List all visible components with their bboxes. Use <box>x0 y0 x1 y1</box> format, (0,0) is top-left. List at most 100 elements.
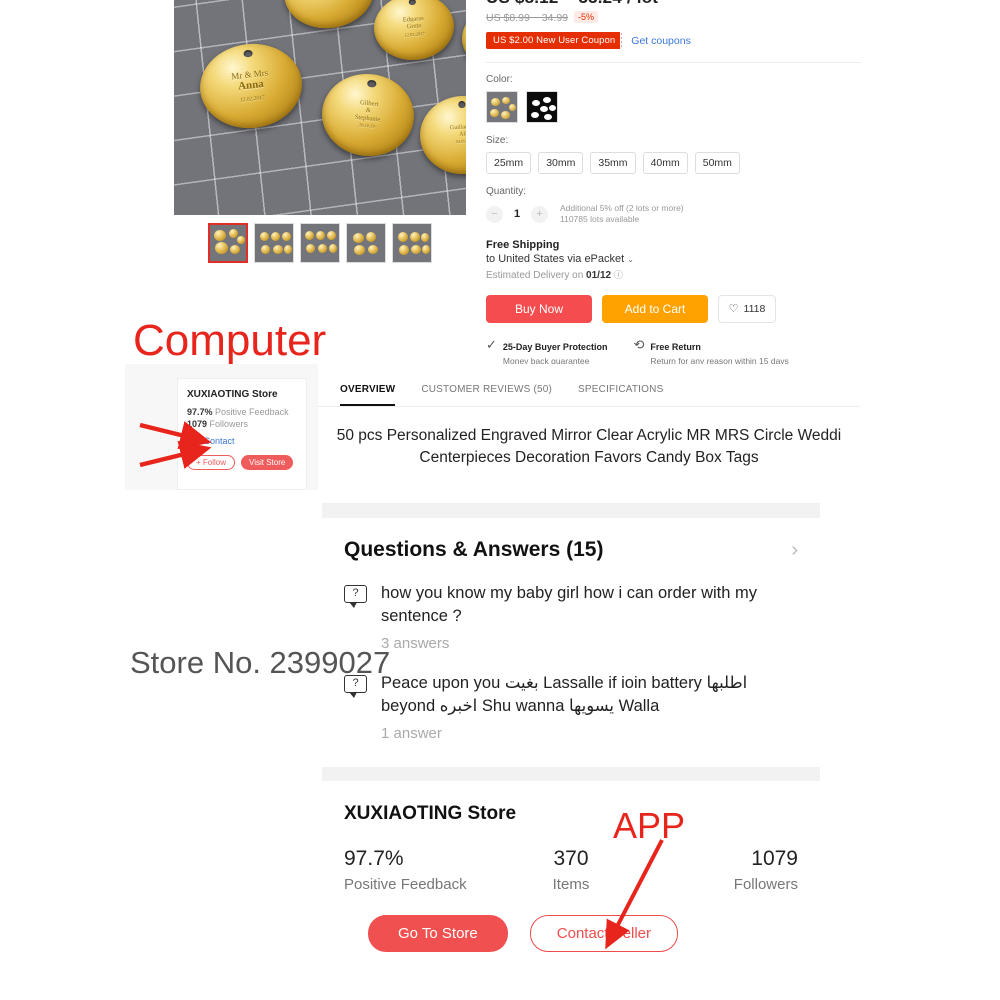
qa-header[interactable]: Questions & Answers (15) › <box>344 538 798 562</box>
tab-customer-reviews[interactable]: CUSTOMER REVIEWS (50) <box>421 384 552 406</box>
shipping-block: Free Shipping to United States via ePack… <box>486 239 861 281</box>
stat-followers: 1079 Followers <box>647 847 798 893</box>
mobile-tab-overview[interactable]: Overview <box>359 480 422 481</box>
thumbnail-2[interactable] <box>254 223 294 263</box>
stat-label: Items <box>552 875 590 893</box>
mobile-store-block: XUXIAOTING Store 97.7% Positive Feedback… <box>322 781 820 952</box>
color-options[interactable] <box>486 91 861 123</box>
mobile-tab-recommended[interactable]: Recommended Items <box>640 480 783 481</box>
free-return-title: Free Return <box>650 341 701 352</box>
chevron-right-icon[interactable]: › <box>791 539 798 562</box>
delivery-date: 01/12 <box>586 269 612 281</box>
quantity-note-line2: 110785 lots available <box>560 214 640 225</box>
desktop-store-tabs-section: XUXIAOTING Store 97.7% Positive Feedback… <box>125 364 860 490</box>
discount-badge: -5% <box>574 11 599 23</box>
cta-row: Buy Now Add to Cart ♡ 1118 <box>486 294 861 323</box>
free-return-item: ⟲ Free Return Return for any reason with… <box>633 337 788 366</box>
thumbnail-5[interactable] <box>392 223 432 263</box>
size-options[interactable]: 25mm 30mm 35mm 40mm 50mm <box>486 152 861 174</box>
stat-label: Followers <box>733 875 798 893</box>
question-bubble-icon: ? <box>344 585 367 608</box>
desktop-tabs-panel: OVERVIEW CUSTOMER REVIEWS (50) SPECIFICA… <box>318 364 860 490</box>
mobile-section: Overview Reviews Recommended Items Quest… <box>322 480 820 952</box>
mobile-tab-reviews[interactable]: Reviews <box>495 480 567 481</box>
wishlist-count: 1118 <box>743 302 766 315</box>
assurance-row: ✓ 25-Day Buyer Protection Money back gua… <box>486 337 861 366</box>
thumbnail-1[interactable] <box>208 223 248 263</box>
mobile-store-buttons: Go To Store Contact Seller <box>344 914 798 952</box>
new-user-coupon-tag[interactable]: US $2.00 New User Coupon <box>486 32 624 49</box>
chevron-down-icon[interactable]: ⌄ <box>627 255 634 264</box>
size-option-3[interactable]: 40mm <box>642 152 688 174</box>
stat-label: Positive Feedback <box>344 875 467 893</box>
qa-answer-count: 1 answer <box>381 724 442 742</box>
qa-section: Questions & Answers (15) › ? how you kno… <box>322 518 820 742</box>
quantity-decrease-button[interactable]: − <box>486 205 503 223</box>
store-name[interactable]: XUXIAOTING Store <box>187 389 297 400</box>
color-swatch-gold[interactable] <box>486 91 518 123</box>
color-swatch-clear[interactable] <box>526 91 558 123</box>
page-root: StephanAnna EdgarasGreta12.02.2017 M & S… <box>0 0 1000 1000</box>
contact-seller-button[interactable]: Contact Seller <box>529 914 678 952</box>
stat-items: 370 Items <box>495 847 646 893</box>
question-bubble-icon: ? <box>344 674 367 698</box>
mobile-store-stats: 97.7% Positive Feedback 370 Items 1079 F… <box>344 847 798 893</box>
shipping-title: Free Shipping <box>486 238 560 251</box>
thumbnail-4[interactable] <box>346 223 386 263</box>
help-circle-icon[interactable]: ⓘ <box>614 270 623 280</box>
size-option-0[interactable]: 25mm <box>486 152 532 174</box>
visit-store-button[interactable]: Visit Store <box>241 455 294 470</box>
buyer-protection-item: ✓ 25-Day Buyer Protection Money back gua… <box>486 337 607 366</box>
buyer-protection-title: 25-Day Buyer Protection <box>502 341 608 352</box>
size-option-4[interactable]: 50mm <box>694 152 740 174</box>
coupon-row: US $2.00 New User Coupon Get coupons <box>486 32 861 49</box>
quantity-value: 1 <box>513 208 521 221</box>
mobile-store-name[interactable]: XUXIAOTING Store <box>344 803 798 825</box>
buy-now-button[interactable]: Buy Now <box>486 294 592 323</box>
add-to-cart-button[interactable]: Add to Cart <box>602 294 708 323</box>
qa-title: Questions & Answers (15) <box>344 538 604 561</box>
product-title: 50 pcs Personalized Engraved Mirror Clea… <box>336 427 842 467</box>
tab-overview[interactable]: OVERVIEW <box>340 384 396 406</box>
section-separator <box>322 766 820 781</box>
qa-item[interactable]: ? how you know my baby girl how i can or… <box>344 582 798 629</box>
qa-question: how you know my baby girl how i can orde… <box>381 584 757 626</box>
stat-value: 97.7% <box>344 846 404 870</box>
qa-answer-count: 3 answers <box>381 634 450 652</box>
quantity-increase-button[interactable]: + <box>531 205 548 223</box>
tab-specifications[interactable]: SPECIFICATIONS <box>578 384 663 406</box>
store-feedback-value: 97.7% <box>187 407 213 417</box>
return-arrow-icon: ⟲ <box>633 336 645 352</box>
store-contact-link[interactable]: 💬 Contact <box>187 435 297 446</box>
get-coupons-link[interactable]: Get coupons <box>631 35 691 47</box>
store-followers: 1079 Followers <box>187 419 297 429</box>
size-option-1[interactable]: 30mm <box>538 152 584 174</box>
delivery-prefix: Estimated Delivery on <box>486 269 584 281</box>
qa-item[interactable]: ? Peace upon you بغيت Lassalle if ioin b… <box>344 672 798 719</box>
shipping-destination[interactable]: to United States via ePacket ⌄ <box>486 253 861 265</box>
original-price-line: US $8.99 ~ 34.99 -5% <box>486 11 861 24</box>
product-gallery: StephanAnna EdgarasGreta12.02.2017 M & S… <box>174 0 466 263</box>
section-separator <box>322 504 820 518</box>
go-to-store-button[interactable]: Go To Store <box>368 914 508 952</box>
shipping-destination-text: to United States via ePacket <box>486 252 625 265</box>
quantity-stepper[interactable]: − 1 + Additional 5% off (2 lots or more)… <box>486 203 861 226</box>
product-main-image[interactable]: StephanAnna EdgarasGreta12.02.2017 M & S… <box>174 0 466 215</box>
thumbnail-3[interactable] <box>300 223 340 263</box>
store-followers-label: Followers <box>209 419 249 429</box>
shield-check-icon: ✓ <box>486 336 497 352</box>
size-option-2[interactable]: 35mm <box>590 152 636 174</box>
message-bubble-icon: 💬 <box>187 435 200 446</box>
size-label: Size: <box>486 135 509 146</box>
color-label: Color: <box>486 74 513 85</box>
stat-value: 1079 <box>751 846 798 870</box>
original-price: US $8.99 ~ 34.99 <box>486 12 569 24</box>
store-feedback: 97.7% Positive Feedback <box>187 407 297 417</box>
qa-question: Peace upon you بغيت Lassalle if ioin bat… <box>381 673 748 716</box>
quantity-note-line1: Additional 5% off (2 lots or more) <box>560 203 684 213</box>
thumbnail-strip[interactable] <box>174 223 466 263</box>
product-info-panel: US $8.12 ~ 33.24 / lot US $8.99 ~ 34.99-… <box>486 0 861 366</box>
desktop-product-section: StephanAnna EdgarasGreta12.02.2017 M & S… <box>0 0 1000 368</box>
follow-button[interactable]: + Follow <box>187 455 236 470</box>
wishlist-button[interactable]: ♡ 1118 <box>718 294 776 323</box>
